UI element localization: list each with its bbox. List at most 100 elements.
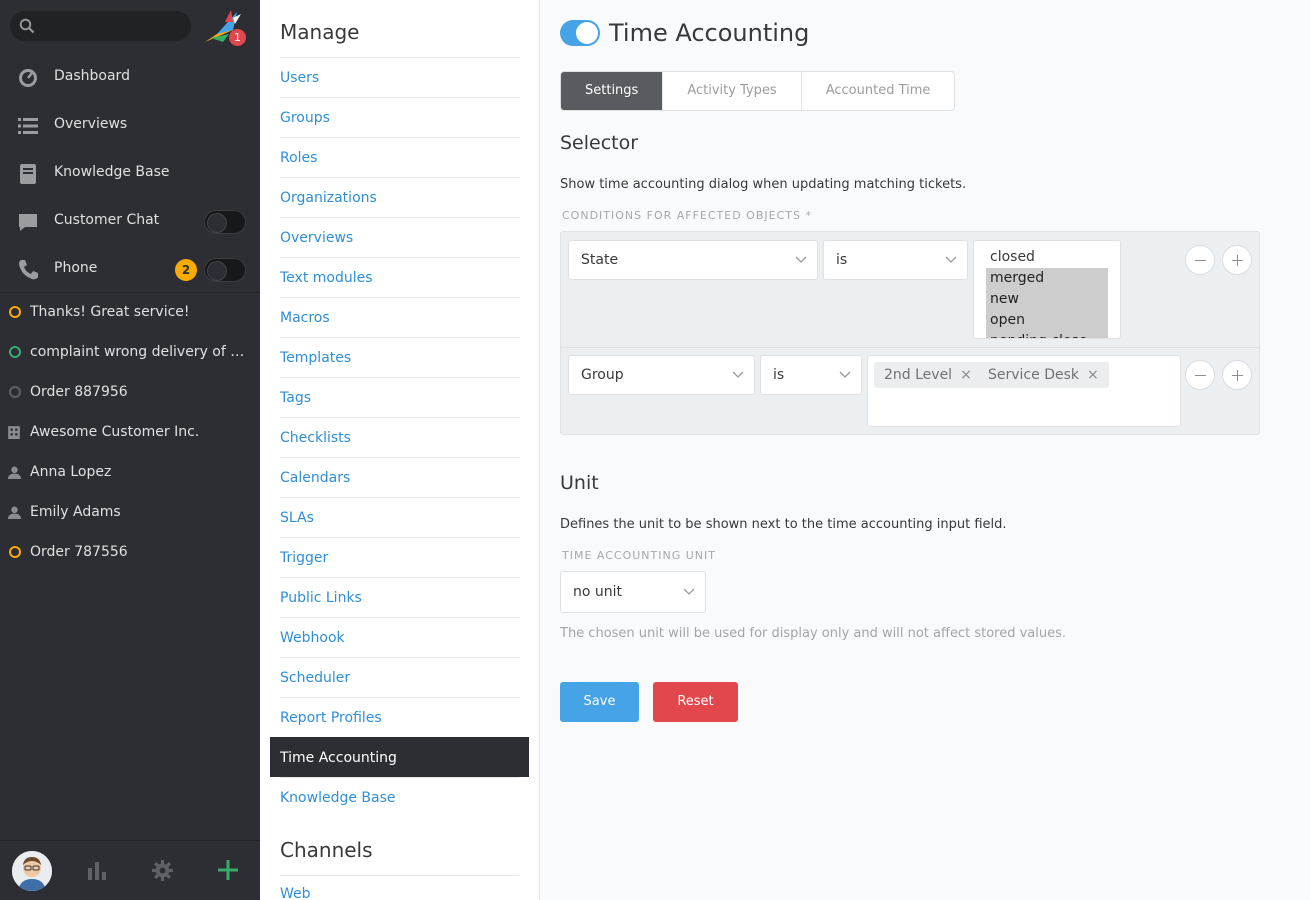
menu-item-macros[interactable]: Macros	[280, 297, 519, 337]
unit-hint: The chosen unit will be used for display…	[560, 626, 1067, 641]
task-label: Order 787556	[30, 544, 128, 560]
menu-item-checklists[interactable]: Checklists	[280, 417, 519, 457]
unit-select-value: no unit	[573, 584, 623, 600]
search-input[interactable]	[42, 11, 182, 41]
condition-attribute-select[interactable]: Group	[568, 355, 755, 395]
chat-icon	[19, 214, 37, 231]
task-label: complaint wrong delivery of ord...	[30, 344, 245, 360]
plus-icon-v	[1237, 370, 1238, 381]
menu-item-calendars[interactable]: Calendars	[280, 457, 519, 497]
plus-icon[interactable]	[218, 860, 238, 880]
menu-item-public-links[interactable]: Public Links	[280, 577, 519, 617]
condition-attribute-value: State	[581, 252, 619, 268]
sidebar-footer	[0, 840, 260, 900]
add-condition-button[interactable]	[1222, 360, 1252, 390]
selector-title: Selector	[560, 132, 639, 154]
nav-knowledge-base-label: Knowledge Base	[54, 164, 170, 180]
nav-dashboard[interactable]: Dashboard	[0, 54, 260, 102]
menu-item-templates[interactable]: Templates	[280, 337, 519, 377]
phone-icon	[19, 260, 38, 280]
nav-knowledge-base[interactable]: Knowledge Base	[0, 150, 260, 198]
state-option[interactable]: open	[986, 310, 1108, 331]
remove-condition-button[interactable]	[1185, 245, 1215, 275]
remove-condition-button[interactable]	[1185, 360, 1215, 390]
plus-icon-v	[1237, 255, 1238, 266]
state-option[interactable]: pending close	[986, 331, 1108, 338]
menu-item-report-profiles[interactable]: Report Profiles	[280, 697, 519, 737]
conditions-editor: State is closed merged new open pending …	[560, 231, 1260, 435]
page-title: Time Accounting	[609, 19, 810, 47]
condition-attribute-select[interactable]: State	[568, 240, 818, 280]
add-condition-button[interactable]	[1222, 245, 1252, 275]
task-label: Emily Adams	[30, 504, 121, 520]
menu-item-slas[interactable]: SLAs	[280, 497, 519, 537]
state-multiselect[interactable]: closed merged new open pending close	[973, 240, 1121, 339]
remove-tag-icon[interactable]: ×	[1087, 367, 1099, 383]
menu-item-text-modules[interactable]: Text modules	[280, 257, 519, 297]
task-item[interactable]: Awesome Customer Inc.	[0, 413, 260, 453]
state-option[interactable]: new	[986, 289, 1108, 310]
search-icon	[19, 18, 35, 34]
navigation-sidebar: 1 Dashboard Overviews Knowledge Base Cus…	[0, 0, 260, 900]
remove-tag-icon[interactable]: ×	[960, 367, 972, 383]
menu-item-time-accounting[interactable]: Time Accounting	[270, 737, 529, 777]
ticket-closed-icon	[9, 386, 21, 398]
menu-item-tags[interactable]: Tags	[280, 377, 519, 417]
menu-item-groups[interactable]: Groups	[280, 97, 519, 137]
task-label: Order 887956	[30, 384, 128, 400]
menu-item-webhook[interactable]: Webhook	[280, 617, 519, 657]
reports-icon[interactable]	[87, 860, 107, 880]
menu-item-overviews[interactable]: Overviews	[280, 217, 519, 257]
nav-overviews-label: Overviews	[54, 116, 128, 132]
task-item[interactable]: Emily Adams	[0, 493, 260, 533]
phone-toggle[interactable]	[204, 258, 246, 282]
menu-item-scheduler[interactable]: Scheduler	[280, 657, 519, 697]
group-tag-input[interactable]: 2nd Level × Service Desk ×	[867, 355, 1181, 427]
state-option[interactable]: closed	[986, 247, 1108, 268]
tab-settings[interactable]: Settings	[561, 72, 663, 110]
menu-item-trigger[interactable]: Trigger	[280, 537, 519, 577]
customer-chat-toggle[interactable]	[204, 210, 246, 234]
state-option[interactable]: merged	[986, 268, 1108, 289]
nav-overviews[interactable]: Overviews	[0, 102, 260, 150]
nav-customer-chat[interactable]: Customer Chat	[0, 198, 260, 246]
tab-activity-types[interactable]: Activity Types	[662, 72, 800, 110]
task-item[interactable]: Order 887956	[0, 373, 260, 413]
task-item[interactable]: Anna Lopez	[0, 453, 260, 493]
task-item[interactable]: Thanks! Great service!	[0, 293, 260, 333]
menu-item-organizations[interactable]: Organizations	[280, 177, 519, 217]
save-button[interactable]: Save	[560, 682, 639, 722]
task-item[interactable]: Order 787556	[0, 533, 260, 573]
settings-tabs: Settings Activity Types Accounted Time	[560, 71, 956, 111]
group-tag-label: 2nd Level	[884, 367, 953, 383]
unit-select[interactable]: no unit	[560, 571, 706, 613]
chevron-down-icon	[732, 371, 744, 378]
global-search[interactable]	[10, 11, 191, 41]
avatar[interactable]	[12, 851, 52, 891]
unit-description: Defines the unit to be shown next to the…	[560, 517, 1007, 532]
task-item[interactable]: complaint wrong delivery of ord...	[0, 333, 260, 373]
condition-operator-select[interactable]: is	[760, 355, 862, 395]
notification-count-badge: 1	[229, 29, 246, 46]
time-accounting-enable-toggle[interactable]	[560, 20, 600, 46]
condition-operator-select[interactable]: is	[823, 240, 968, 280]
gear-icon[interactable]	[152, 860, 173, 881]
nav-phone[interactable]: Phone 2	[0, 246, 260, 294]
chevron-down-icon	[945, 256, 957, 263]
menu-item-web[interactable]: Web	[280, 886, 311, 900]
minus-icon	[1195, 260, 1206, 261]
condition-operator-value: is	[836, 252, 848, 268]
tab-accounted-time[interactable]: Accounted Time	[800, 72, 955, 110]
nav-dashboard-label: Dashboard	[54, 68, 130, 84]
menu-item-roles[interactable]: Roles	[280, 137, 519, 177]
nav-phone-label: Phone	[54, 260, 98, 276]
reset-button[interactable]: Reset	[653, 682, 738, 722]
manage-list: Users Groups Roles Organizations Overvie…	[270, 57, 529, 817]
task-label: Awesome Customer Inc.	[30, 424, 200, 440]
menu-item-users[interactable]: Users	[280, 57, 519, 97]
task-label: Anna Lopez	[30, 464, 112, 480]
group-tag: 2nd Level ×	[874, 362, 982, 388]
menu-item-knowledge-base[interactable]: Knowledge Base	[280, 777, 519, 817]
condition-operator-value: is	[773, 367, 785, 383]
ticket-open-icon	[9, 306, 21, 318]
